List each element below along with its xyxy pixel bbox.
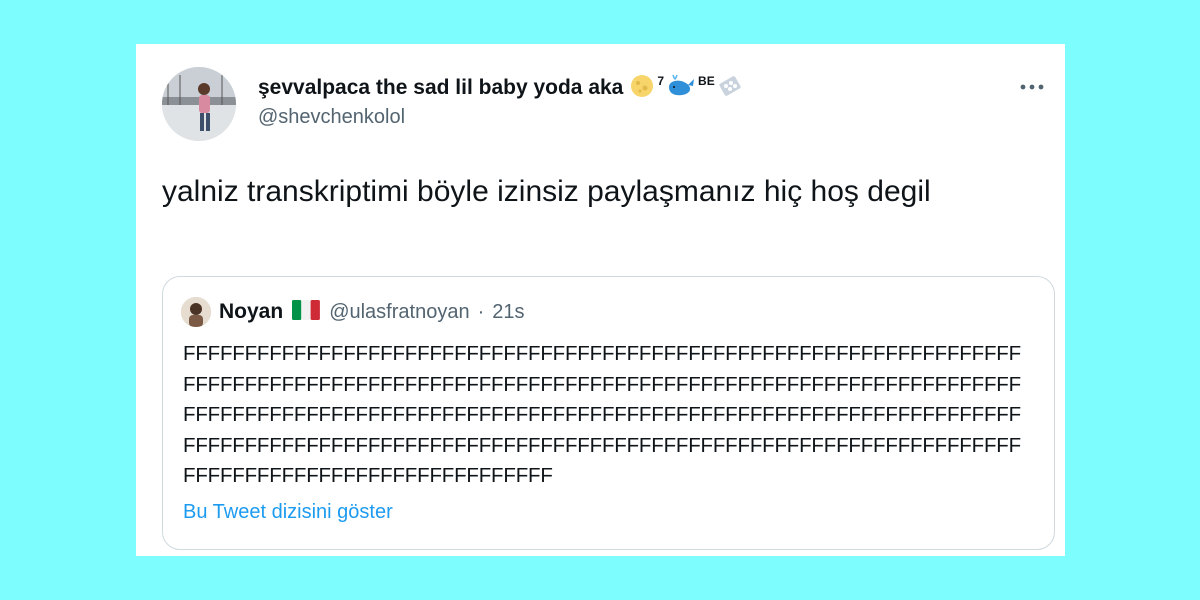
- quoted-author-name[interactable]: Noyan: [219, 300, 283, 324]
- quoted-avatar[interactable]: [181, 297, 211, 327]
- superscript-be: BE: [698, 74, 715, 88]
- quoted-handle[interactable]: @ulasfratnoyan: [329, 301, 469, 324]
- author-avatar[interactable]: [162, 67, 236, 141]
- tweet-card: şevvalpaca the sad lil baby yoda aka 7 B…: [136, 44, 1065, 556]
- italy-flag-icon: [291, 299, 321, 326]
- quoted-header: Noyan @ulasfratnoyan · 21s: [181, 297, 525, 327]
- name-emojis: 7 BE: [629, 73, 742, 104]
- superscript-seven: 7: [657, 74, 665, 88]
- pill-pack-icon: [717, 73, 743, 104]
- quoted-text: FFFFFFFFFFFFFFFFFFFFFFFFFFFFFFFFFFFFFFFF…: [183, 342, 1021, 487]
- author-name[interactable]: şevvalpaca the sad lil baby yoda aka: [258, 76, 623, 100]
- moon-icon: [629, 73, 655, 104]
- author-handle[interactable]: @shevchenkolol: [258, 106, 405, 129]
- quoted-time[interactable]: 21s: [492, 301, 524, 324]
- tweet-text: yalniz transkriptimi böyle izinsiz payla…: [162, 175, 931, 208]
- quoted-tweet[interactable]: Noyan @ulasfratnoyan · 21s FFFFFFFFFFFFF…: [162, 276, 1055, 550]
- separator-dot: ·: [477, 300, 485, 323]
- author-name-row[interactable]: şevvalpaca the sad lil baby yoda aka 7 B…: [258, 74, 743, 100]
- show-thread-link[interactable]: Bu Tweet dizisini göster: [183, 501, 393, 524]
- more-dots-icon[interactable]: [1017, 74, 1047, 100]
- whale-icon: [666, 73, 696, 104]
